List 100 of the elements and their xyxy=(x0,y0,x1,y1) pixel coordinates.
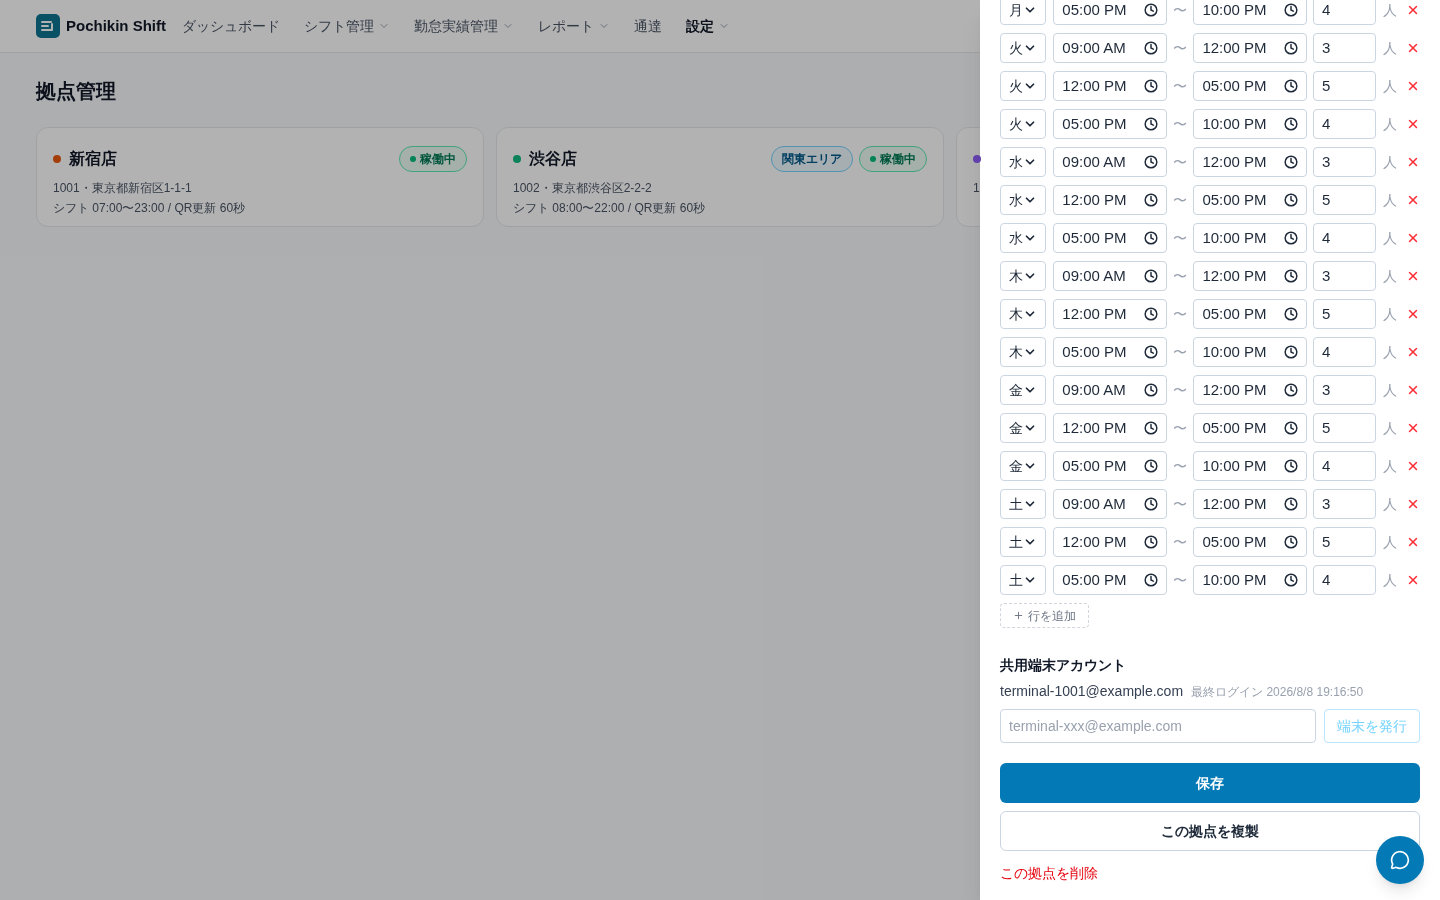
count-field[interactable]: 3 xyxy=(1313,489,1376,519)
nav-link[interactable]: 通達 xyxy=(634,16,662,36)
start-time-field[interactable]: 09:00 AM xyxy=(1053,33,1167,63)
end-time-field[interactable]: 10:00 PM xyxy=(1193,109,1308,139)
end-time-field[interactable]: 05:00 PM xyxy=(1193,527,1308,557)
start-time-field[interactable]: 05:00 PM xyxy=(1053,109,1167,139)
delete-row-button[interactable] xyxy=(1406,345,1420,359)
day-select[interactable]: 土 xyxy=(1000,489,1047,519)
nav-link[interactable]: シフト管理 xyxy=(304,16,390,36)
end-time-field[interactable]: 10:00 PM xyxy=(1193,337,1308,367)
day-select[interactable]: 木 xyxy=(1000,299,1047,329)
day-select[interactable]: 金 xyxy=(1000,451,1047,481)
delete-row-button[interactable] xyxy=(1406,421,1420,435)
end-time-field[interactable]: 12:00 PM xyxy=(1193,33,1308,63)
end-time-field[interactable]: 12:00 PM xyxy=(1193,489,1308,519)
start-time-field[interactable]: 05:00 PM xyxy=(1053,451,1167,481)
start-time-field[interactable]: 05:00 PM xyxy=(1053,565,1167,595)
delete-row-button[interactable] xyxy=(1406,307,1420,321)
day-select[interactable]: 火 xyxy=(1000,71,1047,101)
count-field[interactable]: 4 xyxy=(1313,223,1376,253)
account-email: terminal-1001@example.com xyxy=(1000,682,1184,701)
end-time-field[interactable]: 05:00 PM xyxy=(1193,299,1308,329)
day-select[interactable]: 火 xyxy=(1000,33,1047,63)
nav-link[interactable]: ダッシュボード xyxy=(182,16,280,36)
delete-row-button[interactable] xyxy=(1406,459,1420,473)
start-time-field[interactable]: 12:00 PM xyxy=(1053,185,1167,215)
end-time-field[interactable]: 10:00 PM xyxy=(1193,451,1308,481)
location-card[interactable]: 新宿店 稼働中 1001・東京都新宿区1-1-1 シフト 07:00〜23:00 / QR更新 60秒 xyxy=(36,127,484,227)
count-field[interactable]: 5 xyxy=(1313,527,1376,557)
start-time-field[interactable]: 09:00 AM xyxy=(1053,147,1167,177)
nav-link[interactable]: レポート xyxy=(538,16,610,36)
day-select[interactable]: 金 xyxy=(1000,413,1047,443)
count-field[interactable]: 3 xyxy=(1313,261,1376,291)
end-time-field[interactable]: 10:00 PM xyxy=(1193,565,1308,595)
start-time-field[interactable]: 05:00 PM xyxy=(1053,223,1167,253)
start-time-field[interactable]: 09:00 AM xyxy=(1053,261,1167,291)
start-time-field[interactable]: 12:00 PM xyxy=(1053,527,1167,557)
end-time-field[interactable]: 05:00 PM xyxy=(1193,71,1308,101)
day-select[interactable]: 火 xyxy=(1000,109,1047,139)
day-select[interactable]: 金 xyxy=(1000,375,1047,405)
count-field[interactable]: 3 xyxy=(1313,33,1376,63)
day-select[interactable]: 水 xyxy=(1000,147,1047,177)
delete-row-button[interactable] xyxy=(1406,117,1420,131)
count-field[interactable]: 4 xyxy=(1313,0,1376,25)
count-field[interactable]: 3 xyxy=(1313,147,1376,177)
end-time-field[interactable]: 10:00 PM xyxy=(1193,223,1308,253)
start-time-field[interactable]: 12:00 PM xyxy=(1053,413,1167,443)
app-logo[interactable]: Pochikin Shift xyxy=(66,14,166,38)
location-card[interactable]: 渋谷店 関東エリア 稼働中 1002・東京都渋谷区2-2-2 シフト 08:00〜22:00 / QR更新 60秒 xyxy=(496,127,944,227)
nav-link[interactable]: 設定 xyxy=(686,16,730,36)
clock-icon xyxy=(1144,497,1158,511)
delete-row-button[interactable] xyxy=(1406,383,1420,397)
delete-row-button[interactable] xyxy=(1406,41,1420,55)
count-field[interactable]: 4 xyxy=(1313,451,1376,481)
count-field[interactable]: 5 xyxy=(1313,71,1376,101)
end-time-field[interactable]: 12:00 PM xyxy=(1193,261,1308,291)
delete-link[interactable]: この拠点を削除 xyxy=(1000,863,1098,883)
save-button[interactable]: 保存 xyxy=(1000,763,1420,803)
day-select[interactable]: 水 xyxy=(1000,223,1047,253)
start-time-field[interactable]: 12:00 PM xyxy=(1053,71,1167,101)
unit-label: 人 xyxy=(1383,305,1397,324)
delete-row-button[interactable] xyxy=(1406,155,1420,169)
delete-row-button[interactable] xyxy=(1406,497,1420,511)
count-field[interactable]: 4 xyxy=(1313,565,1376,595)
end-time-field[interactable]: 12:00 PM xyxy=(1193,147,1308,177)
delete-row-button[interactable] xyxy=(1406,193,1420,207)
day-select[interactable]: 木 xyxy=(1000,337,1047,367)
delete-row-button[interactable] xyxy=(1406,535,1420,549)
delete-row-button[interactable] xyxy=(1406,269,1420,283)
count-field[interactable]: 5 xyxy=(1313,299,1376,329)
delete-row-button[interactable] xyxy=(1406,231,1420,245)
terminal-email-input[interactable]: terminal-xxx@example.com xyxy=(1000,709,1316,743)
location-address: 1001・東京都新宿区1-1-1 xyxy=(53,180,192,196)
end-time-field[interactable]: 05:00 PM xyxy=(1193,413,1308,443)
count-field[interactable]: 5 xyxy=(1313,185,1376,215)
end-time-field[interactable]: 05:00 PM xyxy=(1193,185,1308,215)
start-time-field[interactable]: 12:00 PM xyxy=(1053,299,1167,329)
location-address: 1 xyxy=(973,180,980,196)
delete-row-button[interactable] xyxy=(1406,3,1420,17)
nav-link[interactable]: 勤怠実績管理 xyxy=(414,16,514,36)
day-select[interactable]: 月 xyxy=(1000,0,1047,25)
count-field[interactable]: 4 xyxy=(1313,337,1376,367)
day-select[interactable]: 木 xyxy=(1000,261,1047,291)
delete-row-button[interactable] xyxy=(1406,79,1420,93)
duplicate-button[interactable]: この拠点を複製 xyxy=(1000,811,1420,851)
start-time-field[interactable]: 09:00 AM xyxy=(1053,489,1167,519)
start-time-field[interactable]: 09:00 AM xyxy=(1053,375,1167,405)
delete-row-button[interactable] xyxy=(1406,573,1420,587)
start-time-field[interactable]: 05:00 PM xyxy=(1053,0,1167,25)
day-select[interactable]: 水 xyxy=(1000,185,1047,215)
end-time-field[interactable]: 10:00 PM xyxy=(1193,0,1308,25)
count-field[interactable]: 4 xyxy=(1313,109,1376,139)
add-row-button[interactable]: 行を追加 xyxy=(1000,603,1089,628)
end-time-field[interactable]: 12:00 PM xyxy=(1193,375,1308,405)
day-select[interactable]: 土 xyxy=(1000,565,1047,595)
count-field[interactable]: 3 xyxy=(1313,375,1376,405)
count-field[interactable]: 5 xyxy=(1313,413,1376,443)
unit-label: 人 xyxy=(1383,343,1397,362)
day-select[interactable]: 土 xyxy=(1000,527,1047,557)
start-time-field[interactable]: 05:00 PM xyxy=(1053,337,1167,367)
